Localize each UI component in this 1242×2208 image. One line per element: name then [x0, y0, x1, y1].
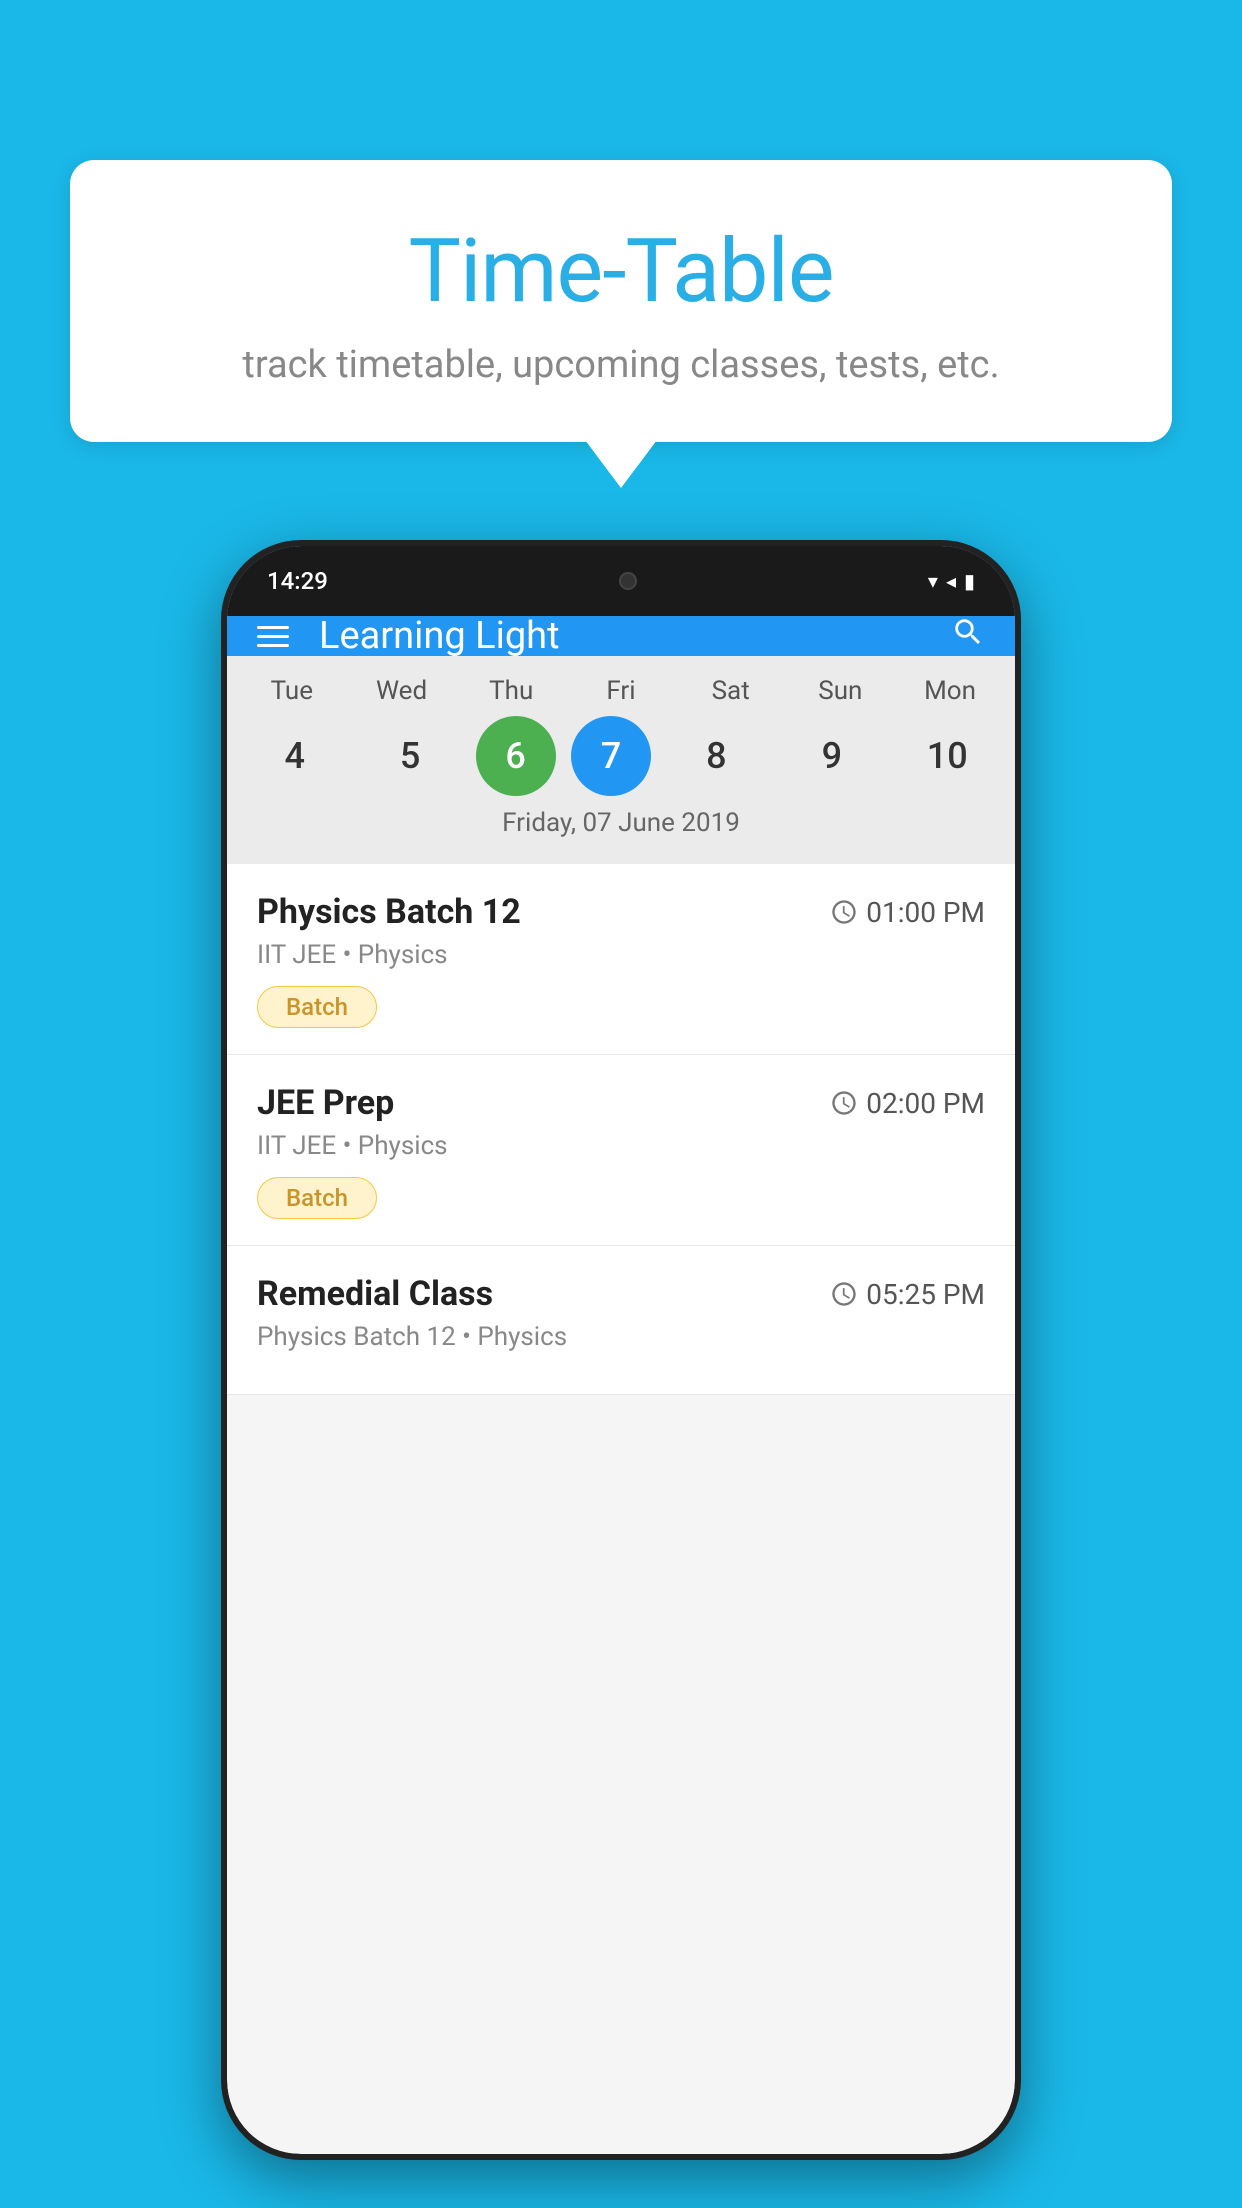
class-item-header: JEE Prep 02:00 PM: [257, 1083, 985, 1123]
class-list: Physics Batch 12 01:00 PM IIT JEE • Phys…: [227, 864, 1015, 1395]
speech-bubble: Time-Table track timetable, upcoming cla…: [70, 160, 1172, 442]
class-time: 01:00 PM: [830, 896, 985, 929]
search-button[interactable]: [951, 615, 985, 658]
status-time: 14:29: [267, 567, 328, 595]
selected-date-label: Friday, 07 June 2019: [227, 796, 1015, 854]
class-item[interactable]: Physics Batch 12 01:00 PM IIT JEE • Phys…: [227, 864, 1015, 1055]
bubble-subtitle: track timetable, upcoming classes, tests…: [120, 343, 1122, 387]
class-meta: IIT JEE • Physics: [257, 940, 985, 970]
class-name: Physics Batch 12: [257, 892, 521, 932]
bubble-title: Time-Table: [120, 220, 1122, 323]
day-headers: Tue Wed Thu Fri Sat Sun Mon: [227, 676, 1015, 706]
batch-tag: Batch: [257, 1177, 377, 1219]
day-header-sat: Sat: [681, 676, 781, 706]
battery-icon: ▮: [964, 569, 975, 593]
calendar-day-4[interactable]: 4: [245, 716, 345, 796]
calendar-day-7[interactable]: 7: [571, 716, 651, 796]
calendar-strip: Tue Wed Thu Fri Sat Sun Mon 4 5 6 7 8 9 …: [227, 656, 1015, 864]
batch-tag: Batch: [257, 986, 377, 1028]
calendar-day-9[interactable]: 9: [782, 716, 882, 796]
menu-button[interactable]: [257, 626, 289, 647]
class-item-header: Remedial Class 05:25 PM: [257, 1274, 985, 1314]
phone-mockup: 14:29 ▾ ◂ ▮ Learning Light: [221, 540, 1021, 2160]
wifi-icon: ▾: [928, 569, 938, 593]
day-header-fri: Fri: [571, 676, 671, 706]
notch: [558, 556, 698, 606]
class-item[interactable]: JEE Prep 02:00 PM IIT JEE • Physics Batc…: [227, 1055, 1015, 1246]
calendar-day-8[interactable]: 8: [666, 716, 766, 796]
signal-icon: ◂: [946, 569, 956, 593]
class-time: 05:25 PM: [830, 1278, 985, 1311]
day-header-tue: Tue: [242, 676, 342, 706]
class-time: 02:00 PM: [830, 1087, 985, 1120]
day-header-thu: Thu: [461, 676, 561, 706]
front-camera: [619, 572, 637, 590]
day-header-sun: Sun: [790, 676, 890, 706]
app-title: Learning Light: [319, 614, 951, 658]
calendar-day-5[interactable]: 5: [360, 716, 460, 796]
day-header-mon: Mon: [900, 676, 1000, 706]
day-header-wed: Wed: [352, 676, 452, 706]
phone-screen: 14:29 ▾ ◂ ▮ Learning Light: [227, 546, 1015, 2154]
class-name: JEE Prep: [257, 1083, 394, 1123]
class-meta: Physics Batch 12 • Physics: [257, 1322, 985, 1352]
class-name: Remedial Class: [257, 1274, 493, 1314]
class-meta: IIT JEE • Physics: [257, 1131, 985, 1161]
status-icons: ▾ ◂ ▮: [928, 569, 975, 593]
calendar-day-10[interactable]: 10: [897, 716, 997, 796]
class-item-header: Physics Batch 12 01:00 PM: [257, 892, 985, 932]
status-bar: 14:29 ▾ ◂ ▮: [227, 546, 1015, 616]
class-item[interactable]: Remedial Class 05:25 PM Physics Batch 12…: [227, 1246, 1015, 1395]
calendar-day-6[interactable]: 6: [476, 716, 556, 796]
day-numbers: 4 5 6 7 8 9 10: [227, 716, 1015, 796]
